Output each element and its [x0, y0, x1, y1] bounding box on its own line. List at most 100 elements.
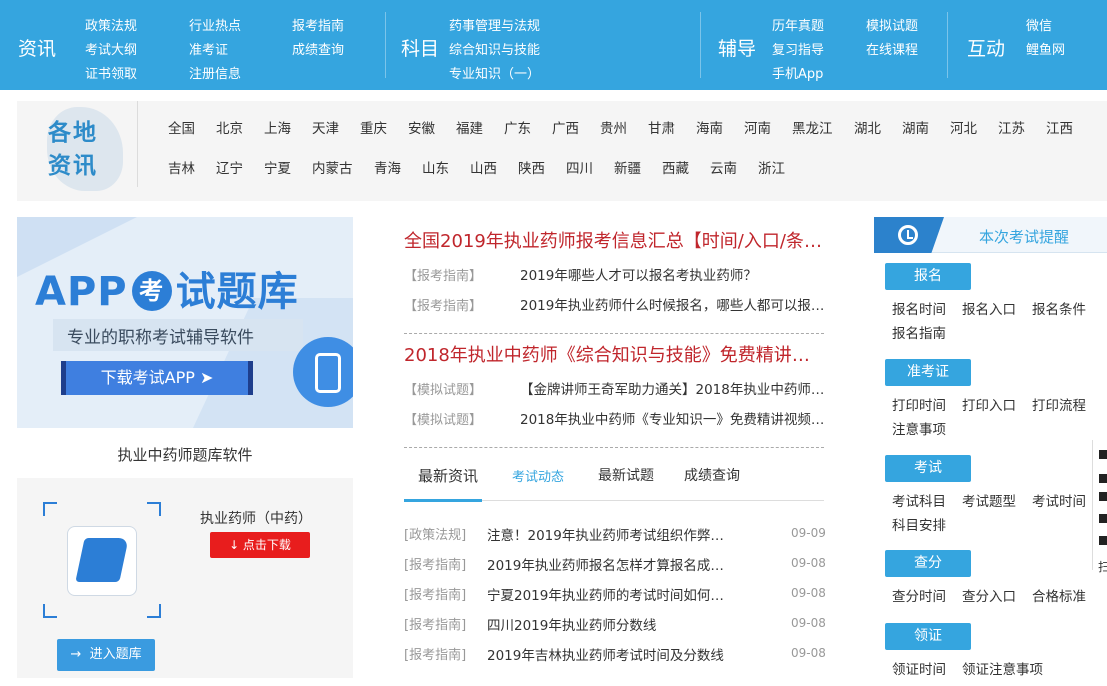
nav-section-zixun-title[interactable]: 资讯 [18, 34, 56, 61]
reminder-link[interactable]: 考试题型 [962, 490, 1016, 510]
headline-1[interactable]: 全国2019年执业药师报考信息汇总【时间/入口/条件】 [404, 227, 826, 253]
province-link[interactable]: 新疆 [614, 157, 641, 177]
nav-link-certificate[interactable]: 证书领取 [85, 63, 137, 82]
news-item[interactable]: 2019年执业药师什么时候报名，哪些人都可以报名？ [520, 294, 826, 314]
nav-link-professional-one[interactable]: 专业知识（一） [449, 63, 540, 82]
latest-title[interactable]: 宁夏2019年执业药师的考试时间如何安排？ [487, 584, 737, 604]
province-link[interactable]: 北京 [216, 117, 243, 137]
reminder-link[interactable]: 报名指南 [892, 322, 946, 342]
reminder-group-button[interactable]: 领证 [885, 623, 971, 650]
province-link[interactable]: 广西 [552, 117, 579, 137]
reminder-link[interactable]: 报名条件 [1032, 298, 1086, 318]
province-link[interactable]: 青海 [374, 157, 401, 177]
reminder-link[interactable]: 查分入口 [962, 585, 1016, 605]
reminder-link[interactable]: 合格标准 [1032, 585, 1086, 605]
news-tag: 【报考指南】 [404, 269, 483, 284]
nav-link-online-course[interactable]: 在线课程 [866, 39, 918, 58]
province-link[interactable]: 江苏 [998, 117, 1025, 137]
nav-link-past-papers[interactable]: 历年真题 [772, 15, 824, 34]
reminder-link[interactable]: 报名入口 [962, 298, 1016, 318]
region-logo: 各地 资讯 [17, 101, 137, 201]
province-link[interactable]: 河北 [950, 117, 977, 137]
province-link[interactable]: 陕西 [518, 157, 545, 177]
tab-latest-news[interactable]: 最新资讯 [418, 465, 478, 486]
latest-tag: [报考指南] [404, 648, 467, 663]
download-app-button[interactable]: 下载考试APP ➤ [61, 361, 253, 395]
qr-code-side[interactable]: 扫 [1092, 440, 1107, 574]
province-link[interactable]: 吉林 [168, 157, 195, 177]
news-item[interactable]: 2018年执业中药师《专业知识一》免费精讲视频汇总 [520, 408, 826, 428]
headline-2[interactable]: 2018年执业中药师《综合知识与技能》免费精讲视频汇总 [404, 341, 826, 367]
province-link[interactable]: 云南 [710, 157, 737, 177]
latest-title[interactable]: 注意！2019年执业药师考试组织作弊最高可判七年 [487, 524, 737, 544]
nav-section-kemu-title[interactable]: 科目 [401, 34, 439, 61]
nav-link-pharmacy-law[interactable]: 药事管理与法规 [449, 15, 540, 34]
province-link[interactable]: 宁夏 [264, 157, 291, 177]
reminder-group-button[interactable]: 报名 [885, 263, 971, 290]
province-link[interactable]: 甘肃 [648, 117, 675, 137]
province-link[interactable]: 山东 [422, 157, 449, 177]
province-link[interactable]: 辽宁 [216, 157, 243, 177]
nav-link-mobile-app[interactable]: 手机App [772, 63, 823, 82]
province-link[interactable]: 重庆 [360, 117, 387, 137]
province-link[interactable]: 河南 [744, 117, 771, 137]
province-link[interactable]: 上海 [264, 117, 291, 137]
reminder-link[interactable]: 考试科目 [892, 490, 946, 510]
province-link[interactable]: 天津 [312, 117, 339, 137]
nav-link-mock-tests[interactable]: 模拟试题 [866, 15, 918, 34]
nav-link-exam-guide[interactable]: 报考指南 [292, 15, 344, 34]
reminder-link[interactable]: 查分时间 [892, 585, 946, 605]
reminder-link[interactable]: 报名时间 [892, 298, 946, 318]
banner-caption[interactable]: 执业中药师题库软件 [17, 444, 353, 465]
province-link[interactable]: 海南 [696, 117, 723, 137]
province-link[interactable]: 浙江 [758, 157, 785, 177]
province-link[interactable]: 福建 [456, 117, 483, 137]
nav-section-hudong-title[interactable]: 互动 [967, 34, 1005, 61]
reminder-link[interactable]: 科目安排 [892, 514, 946, 534]
reminder-link[interactable]: 打印流程 [1032, 394, 1086, 414]
reminder-link[interactable]: 打印入口 [962, 394, 1016, 414]
reminder-link[interactable]: 打印时间 [892, 394, 946, 414]
nav-link-syllabus[interactable]: 考试大纲 [85, 39, 137, 58]
province-link[interactable]: 内蒙古 [312, 157, 353, 177]
province-link[interactable]: 广东 [504, 117, 531, 137]
province-link[interactable]: 四川 [566, 157, 593, 177]
province-link[interactable]: 湖北 [854, 117, 881, 137]
nav-link-admission-ticket[interactable]: 准考证 [189, 39, 228, 58]
reminder-group-button[interactable]: 准考证 [885, 359, 971, 386]
latest-title[interactable]: 2019年执业药师报名怎样才算报名成功？ [487, 554, 737, 574]
tab-score-query[interactable]: 成绩查询 [684, 465, 740, 485]
reminder-link[interactable]: 领证时间 [892, 658, 946, 678]
nav-link-policy[interactable]: 政策法规 [85, 15, 137, 34]
nav-link-score-query[interactable]: 成绩查询 [292, 39, 344, 58]
tab-latest-questions[interactable]: 最新试题 [598, 465, 654, 485]
tab-exam-news[interactable]: 考试动态 [512, 466, 564, 485]
reminder-group-button[interactable]: 查分 [885, 550, 971, 577]
reminder-link[interactable]: 领证注意事项 [962, 658, 1043, 678]
nav-link-liyu[interactable]: 鲤鱼网 [1026, 39, 1065, 58]
latest-title[interactable]: 四川2019年执业药师分数线 [487, 614, 737, 634]
reminder-link[interactable]: 考试时间 [1032, 490, 1086, 510]
province-link[interactable]: 全国 [168, 117, 195, 137]
nav-section-fudao-title[interactable]: 辅导 [718, 34, 756, 61]
nav-link-review-guide[interactable]: 复习指导 [772, 39, 824, 58]
province-link[interactable]: 西藏 [662, 157, 689, 177]
province-link[interactable]: 江西 [1046, 117, 1073, 137]
nav-link-wechat[interactable]: 微信 [1026, 15, 1052, 34]
province-link[interactable]: 安徽 [408, 117, 435, 137]
province-link[interactable]: 山西 [470, 157, 497, 177]
province-link[interactable]: 贵州 [600, 117, 627, 137]
nav-link-comprehensive-skills[interactable]: 综合知识与技能 [449, 39, 540, 58]
province-link[interactable]: 黑龙江 [792, 117, 833, 137]
enter-question-bank-button[interactable]: → 进入题库 [57, 639, 155, 671]
latest-title[interactable]: 2019年吉林执业药师考试时间及分数线 [487, 644, 737, 664]
nav-link-industry-hot[interactable]: 行业热点 [189, 15, 241, 34]
news-item[interactable]: 2019年哪些人才可以报名考执业药师？ [520, 264, 826, 284]
nav-link-registration[interactable]: 注册信息 [189, 63, 241, 82]
reminder-link[interactable]: 注意事项 [892, 418, 946, 438]
reminder-group-button[interactable]: 考试 [885, 455, 971, 482]
province-link[interactable]: 湖南 [902, 117, 929, 137]
app-banner[interactable]: APP 考试题库 专业的职称考试辅导软件 下载考试APP ➤ [17, 217, 353, 428]
click-download-button[interactable]: ↓ 点击下载 [210, 532, 310, 558]
news-item[interactable]: 【金牌讲师王奇军助力通关】2018年执业中药师考试视频 [520, 378, 826, 398]
